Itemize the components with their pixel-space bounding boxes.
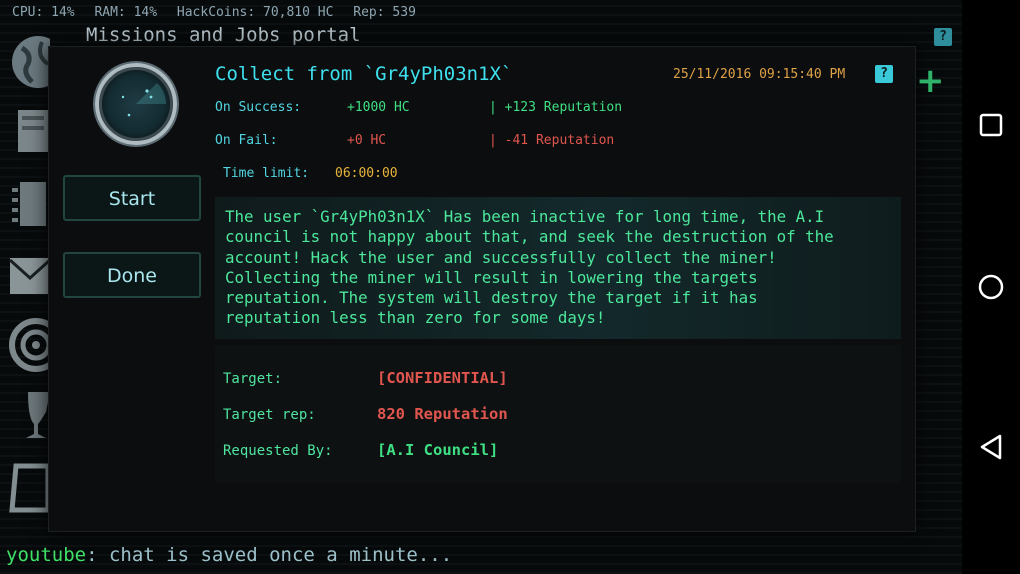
on-fail-reputation: | -41 Reputation [489,133,615,148]
chat-separator: : [86,544,98,566]
on-success-label: On Success: [215,100,302,115]
chat-username: youtube [6,544,87,566]
target-icon[interactable] [8,318,63,372]
home-icon[interactable] [976,272,1006,302]
recents-icon[interactable] [976,110,1006,140]
on-success-reputation: | +123 Reputation [489,100,623,115]
ram-readout: RAM: 14% [94,5,158,20]
target-info-box: Target: [CONFIDENTIAL] Target rep: 820 R… [215,345,901,483]
mission-date: 25/11/2016 09:15:40 PM [673,67,846,82]
trophy-icon[interactable] [8,388,50,438]
mission-dialog: Start Done Collect from `Gr4yPh03n1X` 25… [48,46,916,532]
mission-title: Collect from `Gr4yPh03n1X` [215,63,513,85]
target-value: [CONFIDENTIAL] [377,369,508,387]
android-nav-bar [962,0,1020,574]
time-limit-value: 06:00:00 [335,166,398,181]
chip-icon[interactable] [8,176,50,226]
mail-icon[interactable] [8,254,52,304]
on-fail-label: On Fail: [215,133,278,148]
hackcoins-readout: HackCoins: 70,810 HC [176,5,334,20]
portal-title: Missions and Jobs portal [86,24,361,46]
help-icon[interactable]: ? [934,28,952,46]
target-label: Target: [223,371,283,387]
server-icon[interactable] [8,106,50,156]
description-box: The user `Gr4yPh03n1X` Has been inactive… [215,197,901,339]
mission-description: The user `Gr4yPh03n1X` Has been inactive… [225,207,834,328]
start-button[interactable]: Start [63,175,201,221]
add-icon[interactable]: + [916,64,945,98]
reputation-readout: Rep: 539 [353,5,416,20]
status-bar: CPU: 14% RAM: 14% HackCoins: 70,810 HC R… [0,0,962,26]
cpu-readout: CPU: 14% [12,5,75,20]
globe-icon[interactable] [8,32,64,88]
chat-line: youtube: chat is saved once a minute... [6,544,452,566]
target-rep-value: 820 Reputation [377,405,508,423]
requested-by-value: [A.I Council] [377,441,499,459]
target-rep-label: Target rep: [223,407,316,423]
chat-message: chat is saved once a minute... [97,544,453,566]
time-limit-label: Time limit: [223,166,310,181]
folder-icon[interactable] [8,462,51,513]
done-button[interactable]: Done [63,252,201,298]
radar-icon [95,63,177,145]
on-success-hc: +1000 HC [347,100,410,115]
back-icon[interactable] [976,432,1006,462]
on-fail-hc: +0 HC [347,133,387,148]
mission-help-icon[interactable]: ? [875,65,893,83]
requested-by-label: Requested By: [223,443,333,459]
